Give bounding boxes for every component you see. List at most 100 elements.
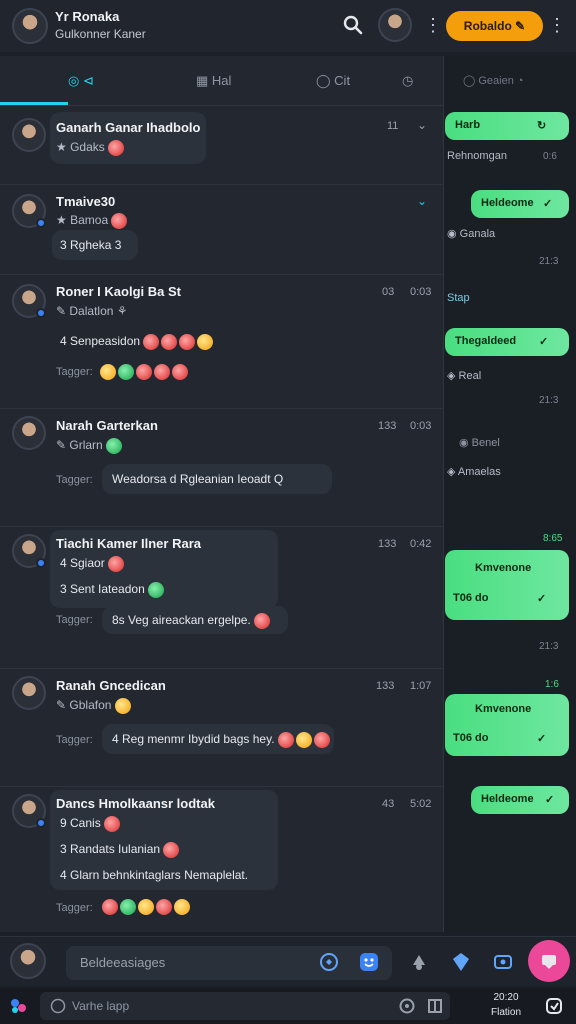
notification-icon[interactable] <box>544 996 564 1016</box>
chat-subtitle: ★ Gdaks <box>56 140 126 156</box>
message-text: 4 Glarn behnkintaglars Nemaplelat. <box>60 868 249 882</box>
user-status: Gulkonner Kaner <box>55 27 146 41</box>
divider <box>0 184 444 185</box>
chat-subtitle: ✎ Dalatlon ⚘ <box>56 304 128 318</box>
clock: 20:20 Flation <box>476 990 536 1020</box>
voice-icon[interactable] <box>318 951 340 973</box>
chat-name: Roner I Kaolgi Ba St <box>56 284 181 299</box>
tab-hal[interactable]: ▦ Hal <box>196 68 231 94</box>
diamond-icon[interactable] <box>450 951 472 973</box>
send-button[interactable] <box>528 940 570 982</box>
message-input[interactable]: Beldeeasiages <box>66 946 392 980</box>
primary-action-label: Robaldo <box>463 19 512 33</box>
primary-action-button[interactable]: Robaldo ✎ <box>446 11 543 41</box>
send-icon <box>542 955 556 969</box>
chat-subtitle: ✎ Grlarn <box>56 438 124 454</box>
settings-icon[interactable] <box>398 997 416 1015</box>
chat-avatar[interactable] <box>12 416 46 450</box>
message-text: 9 Canis <box>60 816 122 832</box>
more-options-icon[interactable]: ⋮ <box>548 14 566 36</box>
message-text: 3 Sent Iateadon <box>60 582 166 598</box>
message-bubble[interactable]: Kmvenone T06 do ✓ <box>445 550 569 620</box>
message-time: 21:3 <box>539 256 559 267</box>
info-icon <box>50 998 66 1014</box>
media-icon[interactable] <box>492 951 514 973</box>
composer-avatar[interactable] <box>10 943 46 979</box>
conversation-search[interactable]: ◯ Geaien ◔ <box>463 68 567 94</box>
tab-cit[interactable]: ◯ Cit <box>316 68 350 94</box>
message-bubble[interactable]: Heldeome ✓ <box>471 190 569 218</box>
divider <box>0 274 444 275</box>
message-bubble[interactable]: Heldeome ✓ <box>471 786 569 814</box>
unread-count: 11 <box>387 120 399 132</box>
message-bubble[interactable]: Harb ↻ <box>445 112 569 140</box>
chat-name: Dancs Hmolkaansr lodtak <box>56 796 215 811</box>
active-tab-indicator <box>0 102 68 105</box>
tag-label: Tagger: <box>56 614 93 626</box>
user-name: Yr Ronaka <box>55 9 120 24</box>
divider <box>0 526 444 527</box>
tag-label: Tagger: <box>56 902 93 914</box>
clock-time: 20:20 <box>493 992 519 1003</box>
message-text: 4 Reg menmr Ibydid bags hey. <box>112 732 332 748</box>
tag-label: Tagger: <box>56 474 93 486</box>
chat-name: Ranah Gncedican <box>56 678 166 693</box>
chat-avatar[interactable] <box>12 534 46 568</box>
tab-history[interactable]: ◷ <box>402 68 413 94</box>
chat-time: 5:02 <box>410 798 432 810</box>
chat-subtitle: ✎ Gblafon <box>56 698 133 714</box>
chat-avatar[interactable] <box>12 194 46 228</box>
message-time: 8:65 <box>543 533 563 544</box>
unread-count: 43 <box>382 798 395 810</box>
message-time: 21:3 <box>539 641 559 652</box>
user-avatar[interactable] <box>12 8 48 44</box>
message-text: ◉ Ganala <box>447 228 496 240</box>
message-text: 3 Rgheka 3 <box>60 238 122 252</box>
tag-emojis <box>100 364 190 380</box>
message-bubble[interactable]: Kmvenone T06 do ✓ <box>445 694 569 756</box>
app-search-field[interactable]: Varhe lapp <box>40 992 450 1020</box>
attach-icon[interactable] <box>408 951 430 973</box>
search-icon[interactable] <box>342 14 364 36</box>
conversation-panel: ◯ Geaien ◔ Harb ↻ Rehnomgan 0:6 Heldeome ✓… <box>445 56 576 932</box>
chevron-down-icon[interactable]: ⌄ <box>414 194 430 208</box>
contact-avatar[interactable] <box>378 8 412 42</box>
chat-name: Tmaive30 <box>56 194 116 209</box>
app-launcher-icon[interactable] <box>8 996 28 1016</box>
overflow-menu-icon[interactable]: ⋮ <box>424 14 442 36</box>
message-text: ◈ Real <box>447 370 482 382</box>
tag-label: Tagger: <box>56 734 93 746</box>
tab-cit-label: Cit <box>334 73 351 88</box>
chat-avatar[interactable] <box>12 118 46 152</box>
chat-avatar[interactable] <box>12 676 46 710</box>
chat-time: 0:42 <box>410 538 432 550</box>
chat-subtitle: ★ Bamoa <box>56 213 129 229</box>
unread-count: 133 <box>378 420 397 432</box>
chat-avatar[interactable] <box>12 794 46 828</box>
chevron-down-icon[interactable]: ⌄ <box>414 118 430 132</box>
message-text: Rehnomgan <box>447 150 507 162</box>
chat-time: 0:03 <box>410 286 432 298</box>
chat-time: 1:07 <box>410 680 432 692</box>
window-icon[interactable] <box>426 997 444 1015</box>
message-text: ◈ Amaelas <box>447 466 501 478</box>
unread-count: 133 <box>378 538 397 550</box>
divider <box>0 668 444 669</box>
tag-emojis <box>102 899 192 915</box>
chat-name: Ganarh Ganar Ihadbolo <box>56 120 201 135</box>
message-text: Weadorsa d Rgleanian Ieoadt Q <box>112 472 284 486</box>
tab-hal-label: Hal <box>211 73 232 88</box>
chat-name: Narah Garterkan <box>56 418 158 433</box>
tab-chats[interactable]: ◎ ⊲ <box>68 68 94 94</box>
tag-label: Tagger: <box>56 366 93 378</box>
emoji-icon[interactable] <box>358 951 380 973</box>
message-text: ◉ Benel <box>459 437 500 449</box>
message-text: 3 Randats Iulanian <box>60 842 181 858</box>
app-window: Yr Ronaka Gulkonner Kaner ⋮ Robaldo ✎ ⋮ … <box>0 0 576 1024</box>
message-text: 4 Senpeasidon <box>60 334 215 350</box>
chat-name: Tiachi Kamer Ilner Rara <box>56 536 201 551</box>
message-text: 4 Sgiaor <box>60 556 126 572</box>
message-bubble[interactable]: Thegaldeed ✓ <box>445 328 569 356</box>
chat-avatar[interactable] <box>12 284 46 318</box>
unread-count: 133 <box>376 680 395 692</box>
